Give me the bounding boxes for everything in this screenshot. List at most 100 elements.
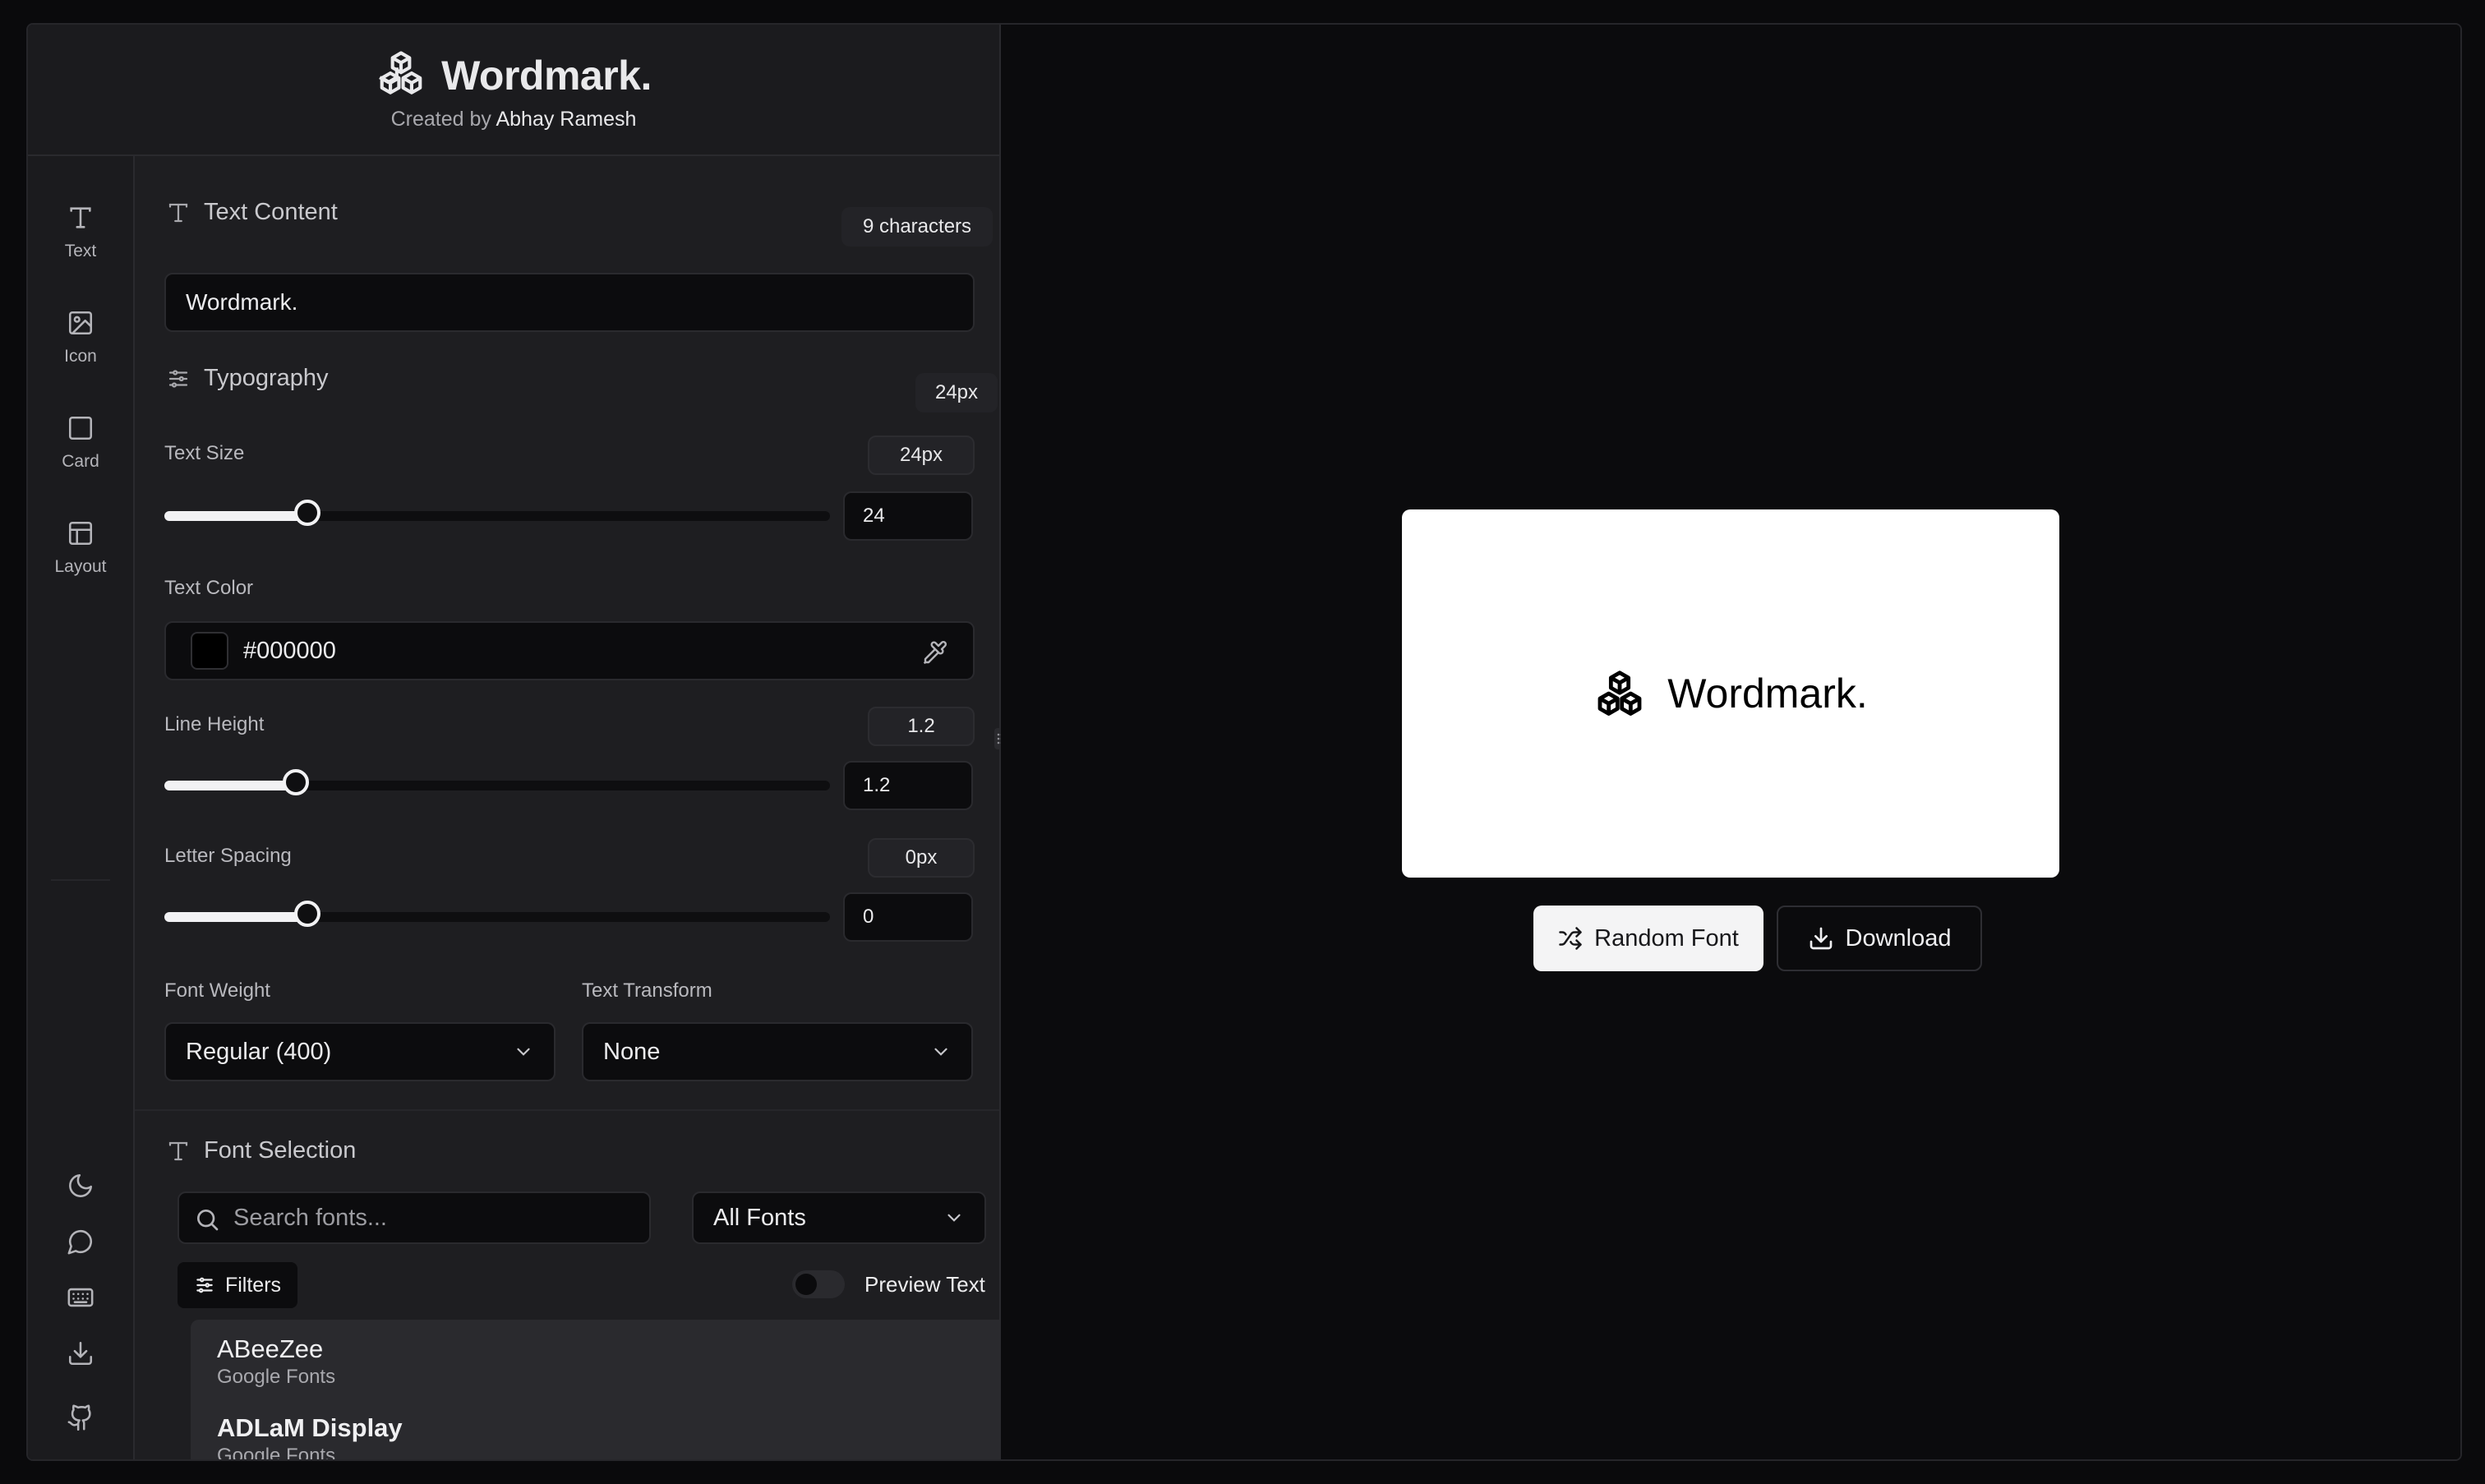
rail-divider [51, 879, 110, 881]
section-label: Text Content [204, 199, 338, 225]
color-swatch[interactable] [191, 632, 228, 670]
font-selection-section-title: Font Selection [166, 1137, 356, 1164]
text-color-field[interactable]: #000000 [164, 621, 975, 680]
font-list-item[interactable]: ABeeZee Google Fonts [217, 1334, 335, 1389]
section-label: Font Selection [204, 1137, 357, 1164]
github-icon [67, 1404, 91, 1431]
text-color-value: #000000 [243, 637, 336, 664]
app-title: Wordmark. [441, 52, 652, 99]
letter-spacing-number-input[interactable]: 0 [843, 892, 973, 942]
github-button[interactable] [28, 1403, 133, 1431]
tool-rail: Text Icon Card Layout [28, 156, 135, 1459]
layout-icon [68, 521, 93, 546]
font-category-select[interactable]: All Fonts [692, 1191, 986, 1244]
slider-fill [164, 781, 296, 790]
text-size-number-input[interactable]: 24 [843, 491, 973, 541]
square-icon [68, 416, 93, 440]
keyboard-icon [67, 1288, 94, 1307]
slider-thumb[interactable] [294, 901, 321, 927]
chevron-down-icon [934, 1048, 947, 1056]
slider-thumb[interactable] [294, 500, 321, 526]
image-icon [68, 311, 93, 335]
rail-item-label: Card [62, 452, 99, 471]
text-content-input[interactable]: Wordmark. [164, 273, 975, 332]
preview-text-toggle[interactable] [792, 1270, 845, 1298]
text-icon [70, 207, 91, 228]
slider-thumb[interactable] [282, 769, 309, 795]
line-height-label: Line Height [164, 713, 265, 735]
preview-canvas: Wordmark. Random Font Download [1001, 25, 2460, 1459]
letter-spacing-label: Letter Spacing [164, 845, 292, 867]
text-icon [168, 1141, 188, 1160]
moon-icon [69, 1173, 93, 1197]
font-search-input[interactable]: Search fonts... [178, 1191, 651, 1244]
search-placeholder: Search fonts... [233, 1204, 387, 1231]
credit-prefix: Created by [390, 108, 491, 131]
wordmark-preview-card: Wordmark. [1402, 509, 2059, 878]
font-name: ADLaM Display [217, 1413, 403, 1442]
brand: Wordmark. [376, 48, 652, 103]
sliders-icon [196, 1277, 213, 1293]
rail-item-icon[interactable]: Icon [28, 309, 133, 366]
author-link[interactable]: Abhay Ramesh [496, 108, 636, 131]
font-list-item[interactable]: ADLaM Display Google Fonts [217, 1413, 403, 1461]
letter-spacing-badge: 0px [868, 838, 975, 878]
rail-item-label: Icon [64, 347, 97, 366]
settings-panel: Text Content 9 characters Wordmark. Typo… [135, 156, 999, 1459]
line-height-badge: 1.2 [868, 707, 975, 746]
font-weight-label: Font Weight [164, 979, 270, 1002]
letter-spacing-slider[interactable] [164, 901, 830, 927]
filters-label: Filters [224, 1273, 282, 1297]
typography-section-title: Typography [166, 365, 329, 392]
sliders-icon [168, 369, 188, 388]
text-transform-select[interactable]: None [582, 1022, 973, 1081]
shuffle-icon [1559, 927, 1582, 950]
section-divider [135, 1109, 999, 1111]
download-button[interactable]: Download [1777, 906, 1982, 971]
download-icon [68, 1341, 93, 1366]
random-font-label: Random Font [1594, 924, 1739, 952]
font-source: Google Fonts [217, 1445, 336, 1461]
rail-item-text[interactable]: Text [28, 204, 133, 261]
filters-button[interactable]: Filters [178, 1262, 297, 1308]
typography-size-badge: 24px [915, 373, 998, 412]
text-content-section-title: Text Content [166, 199, 338, 226]
text-transform-label: Text Transform [582, 979, 712, 1002]
credit-line: Created by Abhay Ramesh [391, 108, 637, 131]
section-label: Typography [204, 365, 329, 391]
font-weight-value: Regular (400) [186, 1038, 332, 1065]
rail-item-layout[interactable]: Layout [28, 519, 133, 577]
font-category-value: All Fonts [713, 1204, 806, 1231]
text-icon [168, 203, 188, 222]
preview-text-label: Preview Text [864, 1272, 985, 1297]
rail-item-label: Text [64, 242, 97, 260]
chevron-down-icon [947, 1214, 961, 1222]
text-color-label: Text Color [164, 577, 254, 599]
line-height-number-input[interactable]: 1.2 [843, 761, 973, 810]
line-height-slider[interactable] [164, 769, 830, 795]
text-size-badge: 24px [868, 436, 975, 475]
cubes-logo-icon [376, 48, 426, 103]
font-source: Google Fonts [217, 1366, 336, 1388]
download-label: Download [1845, 924, 1952, 952]
text-size-slider[interactable] [164, 500, 830, 526]
app-header: Wordmark. Created by Abhay Ramesh [28, 25, 999, 156]
random-font-button[interactable]: Random Font [1533, 906, 1763, 971]
download-icon [1810, 927, 1832, 950]
feedback-button[interactable] [28, 1228, 133, 1256]
wordmark-preview-text: Wordmark. [1667, 671, 1868, 717]
rail-item-card[interactable]: Card [28, 414, 133, 472]
text-size-label: Text Size [164, 442, 245, 464]
rail-item-label: Layout [54, 557, 107, 576]
toggle-knob [795, 1274, 817, 1295]
eyedropper-icon[interactable] [922, 639, 948, 671]
font-name: ABeeZee [217, 1334, 324, 1363]
font-list: ABeeZee Google Fonts ADLaM Display Googl… [191, 1320, 1012, 1459]
font-weight-select[interactable]: Regular (400) [164, 1022, 556, 1081]
shortcuts-button[interactable] [28, 1284, 133, 1311]
theme-toggle-button[interactable] [28, 1172, 133, 1200]
export-button[interactable] [28, 1339, 133, 1367]
slider-fill [164, 912, 308, 922]
slider-fill [164, 511, 308, 521]
editor-panel: Wordmark. Created by Abhay Ramesh Text I… [28, 25, 1012, 1459]
